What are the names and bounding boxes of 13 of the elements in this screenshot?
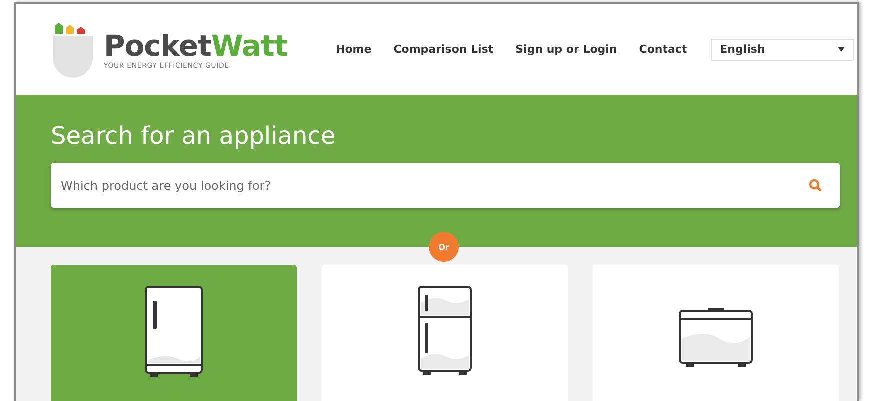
hero-title: Search for an appliance <box>51 121 337 152</box>
logo-name[interactable]: PocketWatt <box>104 30 288 62</box>
nav-link[interactable]: Comparison List <box>394 43 494 56</box>
caret-icon <box>838 47 846 52</box>
nav-link[interactable]: Sign up or Login <box>516 43 618 56</box>
logo-icon <box>50 22 96 78</box>
nav-link[interactable]: Home <box>336 43 372 56</box>
search-field[interactable]: Which product are you looking for? <box>51 163 840 208</box>
search-icon[interactable] <box>809 179 822 192</box>
fridge-freezer-icon <box>417 285 473 377</box>
nav-link[interactable]: Contact <box>639 43 688 56</box>
or-badge: Or <box>429 232 459 262</box>
language-select[interactable]: English <box>711 38 854 60</box>
